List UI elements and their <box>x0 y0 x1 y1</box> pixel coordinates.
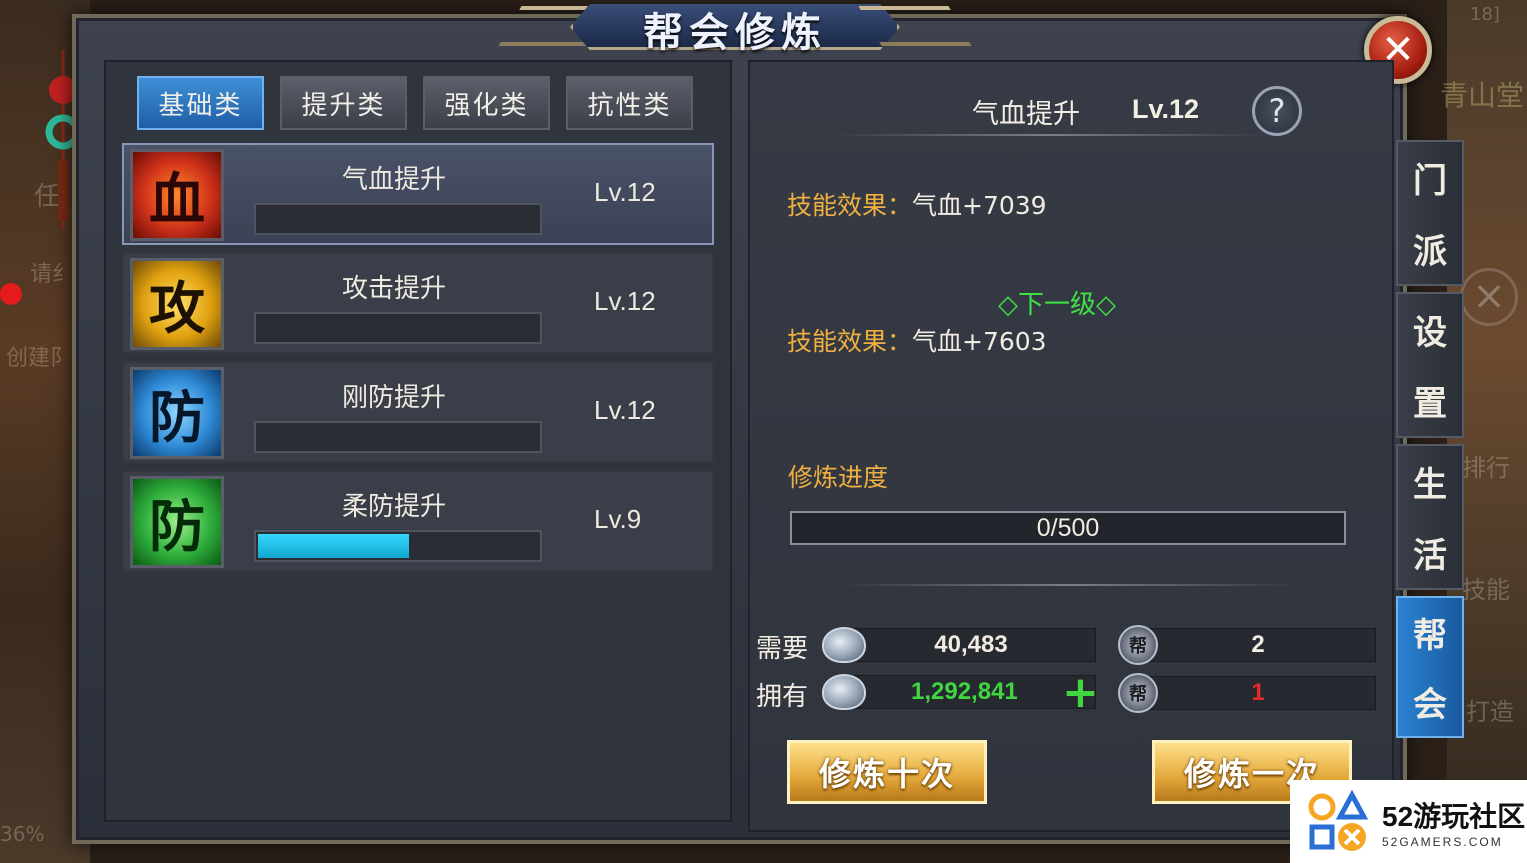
detail-skill-level: Lv.12 <box>1132 94 1200 124</box>
side-tab-settings[interactable]: 设 置 <box>1396 292 1464 438</box>
effect-label: 技能效果： <box>787 191 913 220</box>
skill-name: 攻击提升 <box>341 274 446 304</box>
background-text: 18] <box>1470 4 1500 25</box>
current-effect: 技能效果：气血+7039 <box>787 186 1047 222</box>
tab-enhance[interactable]: 提升类 <box>280 76 407 130</box>
need-label: 需要 <box>756 634 809 664</box>
side-tab-char: 设 <box>1413 313 1447 353</box>
window-title-bar: 帮会修炼 <box>498 0 972 58</box>
watermark-url: 52GAMERS.COM <box>1382 834 1503 849</box>
need-silver-value: 40,483 <box>846 628 1096 662</box>
background-text: 打造 <box>1466 698 1514 726</box>
skill-row-hard-defense[interactable]: 防 刚防提升 Lv.12 <box>122 361 714 463</box>
skill-level: Lv.12 <box>594 395 656 425</box>
training-progress-bar: 0/500 <box>790 511 1346 545</box>
skill-name: 柔防提升 <box>341 492 446 522</box>
side-tab-char: 生 <box>1413 465 1447 505</box>
notification-dot <box>0 283 22 305</box>
tab-resistance[interactable]: 抗性类 <box>566 76 693 130</box>
background-close-icon: × <box>1460 268 1518 326</box>
detail-skill-name: 气血提升 <box>972 99 1080 130</box>
next-level-label: ◇下一级◇ <box>998 290 1116 320</box>
skill-progress-fill <box>258 534 409 558</box>
effect-value: 气血+7039 <box>912 191 1047 220</box>
window-title: 帮会修炼 <box>643 10 827 56</box>
silver-coin-icon <box>822 674 866 710</box>
question-icon: ? <box>1268 92 1286 130</box>
guild-token-icon: 帮 <box>1118 625 1158 665</box>
background-text: 青山堂 <box>1440 79 1525 112</box>
help-button[interactable]: ? <box>1252 86 1302 136</box>
side-tab-char: 派 <box>1413 232 1447 272</box>
watermark-title: 52游玩社区 <box>1382 800 1526 832</box>
side-tab-char: 会 <box>1413 685 1447 725</box>
tab-basic[interactable]: 基础类 <box>137 76 264 130</box>
skill-row-hp[interactable]: 血 气血提升 Lv.12 <box>122 143 714 245</box>
side-tab-char: 置 <box>1413 384 1447 424</box>
soft-defense-icon: 防 <box>130 476 224 568</box>
skill-name: 刚防提升 <box>341 383 446 413</box>
skill-row-attack[interactable]: 攻 攻击提升 Lv.12 <box>122 252 714 354</box>
skill-progress-bar <box>254 530 542 562</box>
need-token-value: 2 <box>1140 628 1376 662</box>
silver-coin-icon <box>822 627 866 663</box>
site-watermark: 52游玩社区 52GAMERS.COM <box>1290 780 1527 863</box>
train-ten-button[interactable]: 修炼十次 <box>787 740 987 804</box>
skill-progress-bar <box>254 203 542 235</box>
have-label: 拥有 <box>756 682 809 712</box>
side-tab-char: 门 <box>1413 161 1447 201</box>
have-silver-value: 1,292,841 <box>846 675 1096 709</box>
have-token-value: 1 <box>1140 676 1376 710</box>
category-tabs: 基础类 提升类 强化类 抗性类 <box>137 76 693 130</box>
add-silver-button[interactable]: + <box>1062 671 1099 715</box>
side-tab-char: 活 <box>1413 536 1447 576</box>
background-text: 排行 <box>1462 454 1510 482</box>
training-progress-text: 0/500 <box>1036 513 1100 542</box>
skill-level: Lv.12 <box>594 177 656 207</box>
background-text: 请纟 <box>30 262 75 287</box>
effect-label: 技能效果： <box>787 327 913 356</box>
skill-progress-bar <box>254 421 542 453</box>
guild-token-icon: 帮 <box>1118 673 1158 713</box>
training-progress-label: 修炼进度 <box>788 463 889 492</box>
skill-name: 气血提升 <box>341 165 446 195</box>
side-tab-sect[interactable]: 门 派 <box>1396 140 1464 286</box>
divider <box>840 584 1300 586</box>
skill-level: Lv.12 <box>594 286 656 316</box>
background-text: 36% <box>0 822 45 846</box>
side-tab-guild[interactable]: 帮 会 <box>1396 596 1464 738</box>
skill-progress-bar <box>254 312 542 344</box>
background-text: 技能 <box>1462 576 1510 604</box>
watermark-logo-icon <box>1308 789 1369 851</box>
divider <box>830 134 1270 136</box>
skill-row-soft-defense[interactable]: 防 柔防提升 Lv.9 <box>122 470 714 572</box>
hard-defense-icon: 防 <box>130 367 224 459</box>
side-tab-life[interactable]: 生 活 <box>1396 444 1464 590</box>
skill-list: 血 气血提升 Lv.12 攻 攻击提升 Lv.12 防 刚防提升 Lv.12 防… <box>122 143 714 579</box>
attack-icon: 攻 <box>130 258 224 350</box>
side-tab-char: 帮 <box>1413 616 1447 656</box>
blood-icon: 血 <box>130 149 224 241</box>
skill-level: Lv.9 <box>594 504 642 534</box>
next-effect: 技能效果：气血+7603 <box>787 322 1047 358</box>
background-text: 创建阝 <box>6 346 73 371</box>
effect-value: 气血+7603 <box>912 327 1047 356</box>
tab-strengthen[interactable]: 强化类 <box>423 76 550 130</box>
